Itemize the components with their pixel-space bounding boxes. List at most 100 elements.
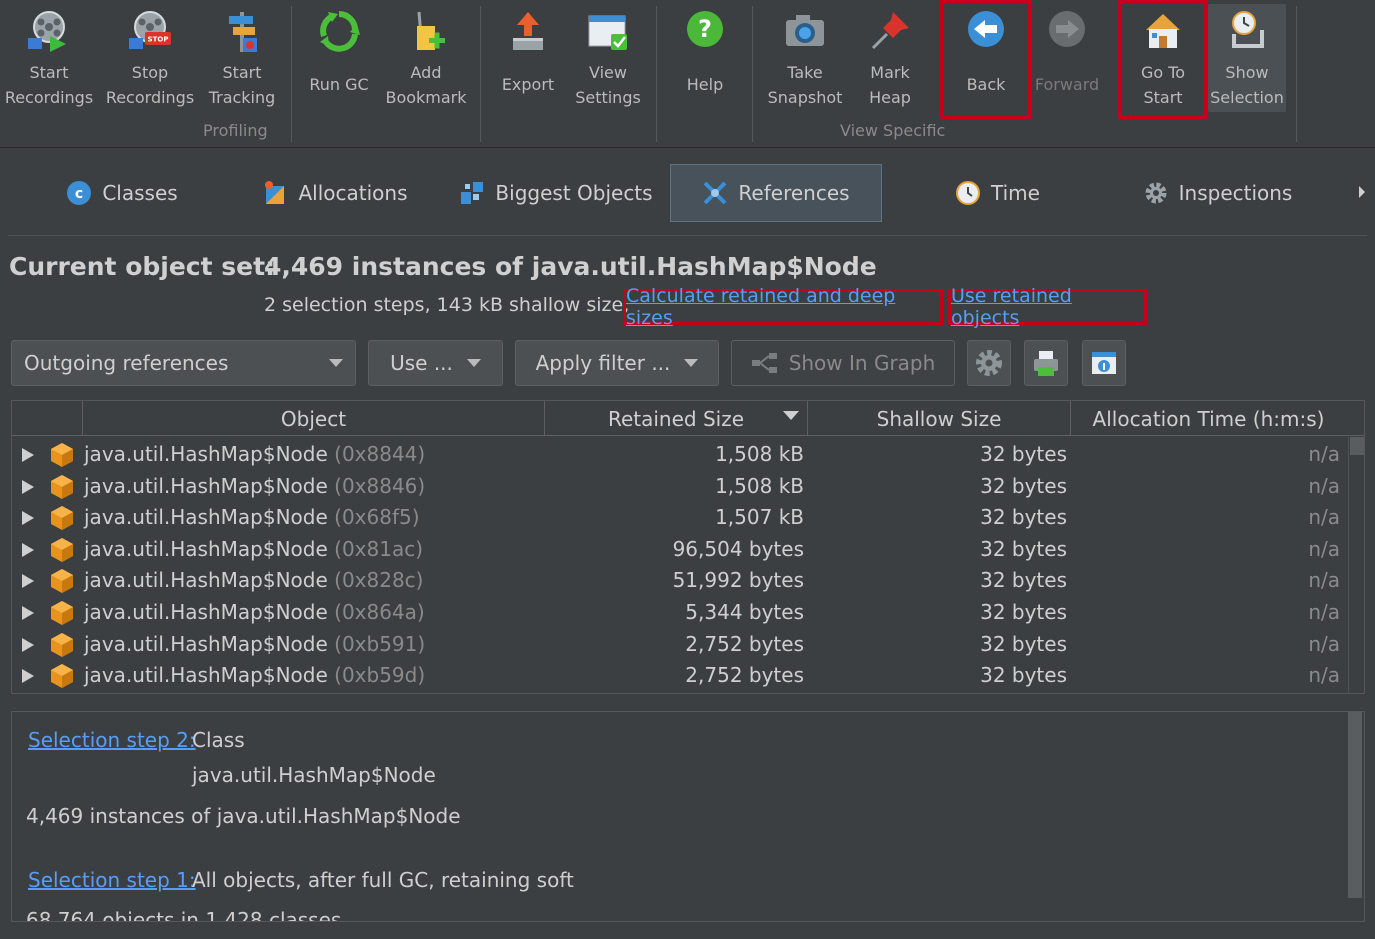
retained-size-cell: 1,507 kB	[715, 505, 804, 530]
mark-heap-button[interactable]: Mark Heap	[850, 4, 930, 112]
expand-triangle-icon[interactable]	[22, 606, 34, 620]
tabs-overflow-chevron-icon[interactable]	[1359, 186, 1365, 198]
pin-icon	[871, 12, 909, 50]
info-button[interactable]	[1082, 340, 1126, 386]
tab-references[interactable]: References	[670, 164, 882, 222]
run-gc-button[interactable]: Run GC	[298, 4, 380, 112]
table-row[interactable]: java.util.HashMap$Node (0xb591) 2,752 byt…	[12, 629, 1346, 660]
allocation-time-cell: n/a	[1308, 505, 1340, 530]
table-header: Object Retained Size Shallow Size Alloca…	[12, 401, 1364, 436]
reference-mode-select[interactable]: Outgoing references	[11, 340, 356, 386]
allocation-time-cell: n/a	[1308, 473, 1340, 498]
take-snapshot-button[interactable]: Take Snapshot	[764, 4, 846, 112]
calculate-retained-sizes-link[interactable]: Calculate retained and deep sizes	[626, 285, 940, 329]
reference-mode-value: Outgoing references	[24, 351, 229, 375]
allocation-time-cell: n/a	[1308, 631, 1340, 656]
table-row[interactable]: java.util.HashMap$Node (0x828c) 51,992 by…	[12, 565, 1346, 596]
view-tabs: c Classes Allocations Biggest Objects Re…	[0, 160, 1375, 228]
selection-step-2-kind: Class	[192, 728, 245, 752]
show-selection-icon	[1232, 11, 1264, 48]
object-name: java.util.HashMap$Node (0x81ac)	[84, 537, 423, 561]
object-address: (0xb59d)	[334, 663, 426, 688]
shallow-size-cell: 32 bytes	[980, 536, 1067, 561]
table-row[interactable]: java.util.HashMap$Node (0x8844) 1,508 kB 3…	[12, 439, 1346, 470]
start-recordings-button[interactable]: Start Recordings	[4, 4, 94, 112]
object-class: java.util.HashMap$Node	[84, 568, 328, 593]
show-in-graph-button[interactable]: Show In Graph	[731, 340, 955, 386]
column-header-allocation-time[interactable]: Allocation Time (h:m:s)	[1070, 401, 1346, 436]
expand-triangle-icon[interactable]	[22, 637, 34, 652]
object-instance-icon	[51, 506, 73, 531]
tab-inspections-label: Inspections	[1178, 181, 1293, 205]
scrollbar-thumb[interactable]	[1348, 712, 1362, 898]
run-gc-icon	[320, 11, 360, 52]
start-tracking-button[interactable]: Start Tracking	[198, 4, 286, 112]
object-instance-icon	[51, 474, 73, 499]
table-row[interactable]: java.util.HashMap$Node (0x68f5) 1,507 kB 3…	[12, 502, 1346, 533]
stop-recordings-label: Stop Recordings	[105, 63, 195, 107]
expand-triangle-icon[interactable]	[22, 669, 34, 684]
export-button[interactable]: Export	[490, 4, 566, 112]
tab-classes[interactable]: c Classes	[22, 164, 222, 222]
help-button[interactable]: ? Help	[668, 4, 742, 112]
object-class: java.util.HashMap$Node	[84, 442, 328, 466]
divider	[8, 235, 1367, 236]
retained-size-cell: 1,508 kB	[715, 442, 804, 466]
toolbar-separator	[1296, 6, 1297, 142]
use-retained-highlight-box: Use retained objects	[948, 285, 1147, 329]
object-instance-icon	[51, 664, 73, 689]
graph-icon	[751, 353, 777, 373]
allocation-time-cell: n/a	[1308, 663, 1340, 688]
table-scrollbar[interactable]	[1348, 437, 1364, 693]
help-icon: ?	[687, 11, 723, 47]
stop-recordings-button[interactable]: STOP Stop Recordings	[104, 4, 196, 112]
object-address: (0x8846)	[334, 473, 426, 498]
stop-badge-text: STOP	[148, 36, 169, 44]
export-label: Export	[501, 75, 555, 94]
selection-summary: 2 selection steps, 143 kB shallow size,	[264, 294, 630, 316]
object-address: (0x81ac)	[334, 536, 424, 561]
apply-filter-button[interactable]: Apply filter ...	[515, 340, 719, 386]
selection-step-2-link[interactable]: Selection step 2:	[28, 728, 196, 752]
toolbar-separator	[291, 6, 292, 142]
allocation-time-cell: n/a	[1308, 536, 1340, 561]
expand-triangle-icon[interactable]	[22, 448, 34, 462]
tab-references-label: References	[738, 181, 850, 205]
shallow-size-cell: 32 bytes	[980, 568, 1067, 593]
expand-triangle-icon[interactable]	[22, 542, 34, 557]
add-bookmark-button[interactable]: Add Bookmark	[382, 4, 470, 112]
shallow-size-cell: 32 bytes	[980, 505, 1067, 530]
forward-button[interactable]: Forward	[1031, 4, 1103, 112]
forward-arrow-icon	[1049, 11, 1085, 47]
use-button[interactable]: Use ...	[368, 340, 503, 386]
table-row[interactable]: java.util.HashMap$Node (0x8846) 1,508 kB 3…	[12, 471, 1346, 502]
tab-biggest-objects[interactable]: Biggest Objects	[452, 164, 660, 222]
expand-triangle-icon[interactable]	[22, 574, 34, 589]
mark-heap-label: Mark Heap	[869, 63, 911, 107]
column-header-retained-size[interactable]: Retained Size	[544, 401, 807, 436]
selection-step-1-link[interactable]: Selection step 1:	[28, 868, 196, 892]
panel-scrollbar[interactable]	[1346, 712, 1364, 921]
tab-inspections[interactable]: Inspections	[1115, 164, 1320, 222]
group-label-view-specific: View Specific	[840, 121, 946, 140]
table-row[interactable]: java.util.HashMap$Node (0xb59d) 2,752 byt…	[12, 660, 1346, 691]
class-c-icon: c	[67, 181, 92, 205]
scrollbar-thumb[interactable]	[1350, 437, 1364, 455]
expand-triangle-icon[interactable]	[22, 479, 34, 494]
print-button[interactable]	[1024, 340, 1068, 386]
column-header-object[interactable]: Object	[82, 401, 544, 436]
show-selection-label: Show Selection	[1210, 63, 1284, 107]
object-address: (0xb591)	[334, 631, 426, 656]
view-settings-button[interactable]: View Settings	[568, 4, 648, 112]
table-row[interactable]: java.util.HashMap$Node (0x81ac) 96,504 by…	[12, 534, 1346, 565]
expand-triangle-icon[interactable]	[22, 511, 34, 526]
show-selection-button[interactable]: Show Selection	[1208, 4, 1286, 112]
references-icon	[704, 181, 727, 205]
settings-button[interactable]	[967, 340, 1011, 386]
tab-time[interactable]: Time	[915, 164, 1080, 222]
use-retained-objects-link[interactable]: Use retained objects	[951, 285, 1144, 329]
tab-allocations[interactable]: Allocations	[230, 164, 440, 222]
gear-icon	[1145, 182, 1167, 204]
column-header-shallow-size[interactable]: Shallow Size	[807, 401, 1070, 436]
table-row[interactable]: java.util.HashMap$Node (0x864a) 5,344 byt…	[12, 597, 1346, 628]
